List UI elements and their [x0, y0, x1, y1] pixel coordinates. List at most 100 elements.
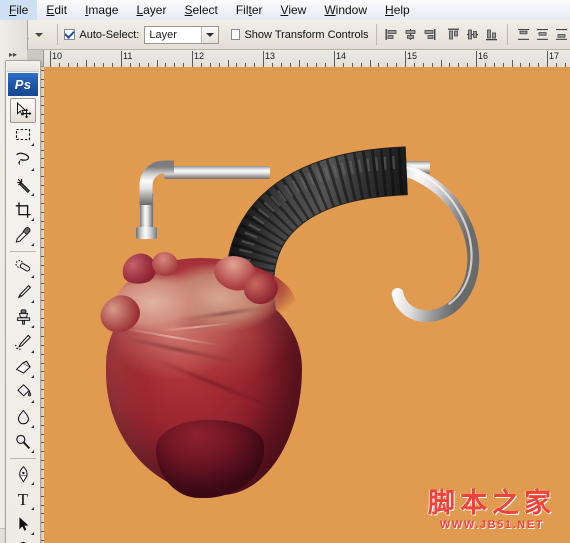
tool-move[interactable] — [10, 98, 36, 123]
menu-bar: File Edit Image Layer Select Filter View… — [0, 0, 570, 21]
menu-item-filter-post: er — [251, 3, 263, 17]
distribute-vertical-centers-icon[interactable] — [534, 25, 551, 44]
flyout-triangle-icon[interactable] — [28, 425, 34, 428]
tool-lasso[interactable] — [10, 148, 36, 173]
tool-healing-brush[interactable] — [10, 255, 36, 280]
menu-item-select-label: elect — [192, 3, 218, 17]
distribute-buttons-group — [515, 25, 570, 44]
ruler-label: 10 — [52, 51, 63, 61]
tool-custom-shape[interactable] — [10, 537, 36, 543]
menu-item-layer[interactable]: Layer — [127, 0, 175, 20]
photoshop-window: File Edit Image Layer Select Filter View… — [0, 0, 570, 543]
menu-item-filter[interactable]: Filter — [227, 0, 272, 20]
tool-history-brush[interactable] — [10, 330, 36, 355]
flyout-triangle-icon[interactable] — [28, 375, 34, 378]
menu-item-edit[interactable]: Edit — [37, 0, 76, 20]
tool-crop[interactable] — [10, 198, 36, 223]
flyout-triangle-icon[interactable] — [28, 482, 34, 485]
menu-item-view-label: iew — [288, 3, 307, 17]
tool-brush[interactable] — [10, 280, 36, 305]
watermark: 脚本之家 WWW.JB51.NET — [428, 488, 556, 532]
flyout-triangle-icon[interactable] — [28, 400, 34, 403]
align-bottom-edges-icon[interactable] — [483, 25, 500, 44]
ruler-label: 15 — [407, 51, 418, 61]
ruler-label: 16 — [478, 51, 489, 61]
document-canvas[interactable]: 脚本之家 WWW.JB51.NET — [44, 67, 570, 543]
menu-item-view[interactable]: View — [272, 0, 316, 20]
flyout-triangle-icon[interactable] — [28, 243, 34, 246]
chrome-pipe-end-cap — [136, 227, 157, 239]
flyout-triangle-icon[interactable] — [28, 300, 34, 303]
align-buttons-group — [383, 25, 438, 44]
options-divider-3 — [507, 24, 509, 45]
ruler-minor-tick — [85, 60, 87, 67]
tool-pen[interactable] — [10, 462, 36, 487]
ruler-minor-tick — [440, 60, 442, 67]
flyout-triangle-icon[interactable] — [28, 168, 34, 171]
heart-artwork — [94, 249, 314, 498]
menu-item-file-label: ile — [16, 3, 29, 17]
tool-blur[interactable] — [10, 405, 36, 430]
align-top-edges-icon[interactable] — [445, 25, 462, 44]
tool-type[interactable]: T — [10, 487, 36, 512]
options-divider-2 — [375, 24, 377, 45]
chevron-down-icon[interactable] — [201, 26, 219, 43]
tools-divider-2 — [10, 458, 36, 459]
flyout-triangle-icon[interactable] — [28, 507, 34, 510]
menu-item-select[interactable]: Select — [175, 0, 226, 20]
ruler-minor-tick — [369, 60, 371, 67]
distribute-bottom-edges-icon[interactable] — [553, 25, 570, 44]
artboard[interactable]: 脚本之家 WWW.JB51.NET — [44, 67, 570, 543]
show-transform-controls-label: Show Transform Controls — [244, 28, 369, 41]
distribute-top-edges-icon[interactable] — [515, 25, 532, 44]
ruler-label: 17 — [549, 51, 560, 61]
watermark-chinese-text: 脚本之家 — [428, 488, 556, 518]
tool-paint-bucket[interactable] — [10, 380, 36, 405]
ruler-label: 13 — [265, 51, 276, 61]
flyout-triangle-icon[interactable] — [28, 532, 34, 535]
ruler-minor-tick — [298, 60, 300, 67]
show-transform-controls-checkbox[interactable] — [230, 29, 241, 40]
tool-eyedropper[interactable] — [10, 223, 36, 248]
horizontal-ruler[interactable]: 10 11 12 13 14 15 16 17 — [44, 50, 570, 68]
auto-select-checkbox[interactable] — [64, 29, 76, 40]
align-vertical-group — [445, 25, 500, 44]
tool-eraser[interactable] — [10, 355, 36, 380]
tool-dodge[interactable] — [10, 430, 36, 455]
align-left-edges-icon[interactable] — [383, 25, 400, 44]
menu-item-filter-pre: Fil — [235, 3, 249, 17]
menu-item-file[interactable]: File — [0, 0, 38, 20]
watermark-url: WWW.JB51.NET — [439, 519, 545, 531]
menu-item-help[interactable]: Help — [376, 0, 419, 20]
toolbar-expand-icon[interactable]: ▸▸ — [6, 50, 20, 59]
flyout-triangle-icon[interactable] — [28, 218, 34, 221]
menu-item-image-label: mage — [88, 3, 119, 17]
flyout-triangle-icon[interactable] — [28, 450, 34, 453]
options-bar: Auto-Select: Layer Show Transform Contro… — [0, 20, 570, 50]
flyout-triangle-icon[interactable] — [28, 193, 34, 196]
auto-select-target-dropdown[interactable]: Layer — [144, 25, 220, 44]
auto-select-label: Auto-Select: — [79, 28, 140, 41]
align-horizontal-centers-icon[interactable] — [402, 25, 419, 44]
options-divider-1 — [56, 24, 58, 45]
menu-item-window[interactable]: Window — [315, 0, 376, 20]
tool-path-selection[interactable] — [10, 512, 36, 537]
align-right-edges-icon[interactable] — [421, 25, 438, 44]
tools-divider-1 — [10, 251, 36, 252]
chrome-pipe-elbow — [139, 160, 174, 205]
flyout-triangle-icon[interactable] — [28, 143, 34, 146]
ruler-minor-tick — [156, 60, 158, 67]
tool-preset-chevron-down-icon[interactable] — [34, 32, 43, 37]
menu-item-image[interactable]: Image — [76, 0, 127, 20]
menu-item-layer-label: ayer — [143, 3, 167, 17]
flyout-triangle-icon[interactable] — [28, 350, 34, 353]
ruler-minor-tick — [511, 60, 513, 67]
tool-rectangular-marquee[interactable] — [10, 123, 36, 148]
tool-magic-wand[interactable] — [10, 173, 36, 198]
align-vertical-centers-icon[interactable] — [464, 25, 481, 44]
flyout-triangle-icon[interactable] — [28, 275, 34, 278]
tools-panel: Ps T — [5, 60, 41, 543]
flyout-triangle-icon[interactable] — [28, 325, 34, 328]
tool-clone-stamp[interactable] — [10, 305, 36, 330]
tools-panel-grip[interactable] — [7, 62, 39, 72]
